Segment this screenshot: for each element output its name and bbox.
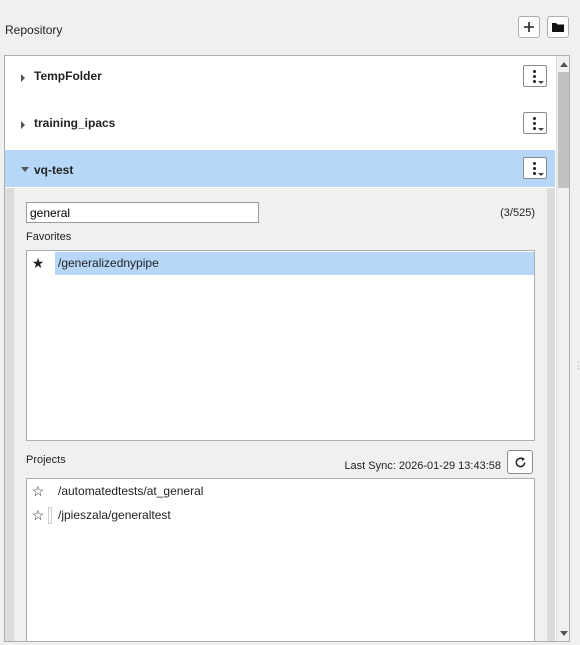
folder-icon xyxy=(552,23,564,32)
plus-icon xyxy=(524,22,534,32)
header-title: Repository xyxy=(5,23,63,37)
list-item[interactable]: ☆ /automatedtests/at_general xyxy=(27,480,534,503)
repo-name: TempFolder xyxy=(34,69,102,83)
refresh-icon xyxy=(515,456,525,467)
project-path: /automatedtests/at_general xyxy=(58,484,204,498)
more-vertical-icon xyxy=(533,70,536,85)
projects-list[interactable]: ☆ /automatedtests/at_general ☆ /jpieszal… xyxy=(26,478,535,641)
scroll-down-arrow-icon[interactable] xyxy=(560,631,568,636)
refresh-button[interactable] xyxy=(507,450,533,474)
repo-row-vq-test[interactable]: vq-test xyxy=(5,150,555,187)
star-filled-icon[interactable]: ★ xyxy=(31,256,45,270)
repo-name: training_ipacs xyxy=(34,116,116,130)
open-folder-button[interactable] xyxy=(547,16,569,38)
resize-handle[interactable]: ⋮ xyxy=(574,360,580,371)
repo-menu-button[interactable] xyxy=(523,112,547,134)
caret-right-icon[interactable] xyxy=(21,121,25,129)
dropdown-arrow-icon xyxy=(538,128,544,131)
repo-row-tempfolder[interactable]: TempFolder xyxy=(5,56,555,103)
vertical-scrollbar[interactable] xyxy=(556,56,569,641)
more-vertical-icon xyxy=(533,162,536,177)
more-vertical-icon xyxy=(533,117,536,132)
repo-detail-panel: (3/525) Favorites ★ /generalizednypipe P… xyxy=(14,188,547,641)
repo-menu-button[interactable] xyxy=(523,157,547,179)
dropdown-arrow-icon xyxy=(538,173,544,176)
favorites-label: Favorites xyxy=(26,231,72,243)
add-repository-button[interactable] xyxy=(518,16,540,38)
filter-input[interactable] xyxy=(26,202,259,223)
scroll-up-arrow-icon[interactable] xyxy=(560,62,568,67)
repository-list-panel: TempFolder training_ipacs vq-test (3/525… xyxy=(4,55,570,642)
star-outline-icon[interactable]: ☆ xyxy=(31,508,45,522)
star-outline-icon[interactable]: ☆ xyxy=(31,484,45,498)
cursor-marker xyxy=(48,507,52,524)
repo-menu-button[interactable] xyxy=(523,65,547,87)
projects-label: Projects xyxy=(26,454,66,466)
project-path: /jpieszala/generaltest xyxy=(58,508,171,522)
caret-right-icon[interactable] xyxy=(21,74,25,82)
scroll-thumb[interactable] xyxy=(558,72,569,188)
match-count: (3/525) xyxy=(500,207,535,219)
favorites-list[interactable]: ★ /generalizednypipe xyxy=(26,250,535,441)
expanded-repo-content: (3/525) Favorites ★ /generalizednypipe P… xyxy=(5,188,555,641)
repo-row-training-ipacs[interactable]: training_ipacs xyxy=(5,103,555,150)
dropdown-arrow-icon xyxy=(538,81,544,84)
list-item[interactable]: ★ /generalizednypipe xyxy=(27,252,534,275)
favorite-path: /generalizednypipe xyxy=(55,252,534,275)
repo-name: vq-test xyxy=(34,163,74,177)
last-sync-text: Last Sync: 2026-01-29 13:43:58 xyxy=(344,460,501,472)
list-item[interactable]: ☆ /jpieszala/generaltest xyxy=(27,504,534,527)
caret-down-icon[interactable] xyxy=(21,167,29,172)
